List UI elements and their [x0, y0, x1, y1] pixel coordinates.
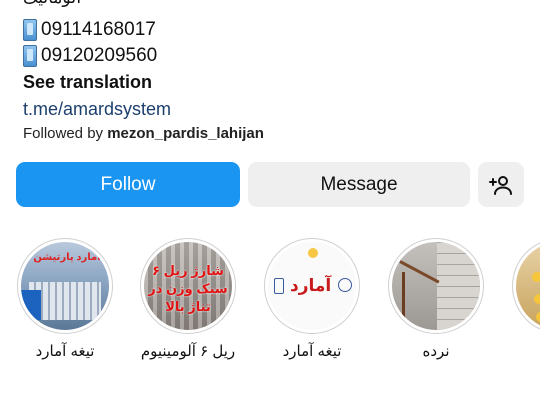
bio-phone-number: 09120209560	[41, 45, 158, 66]
bio-line-cut: آلومانیک	[23, 0, 163, 8]
highlight-ring: آمارد پارتیشن	[17, 238, 113, 334]
suggested-users-button[interactable]	[478, 162, 524, 207]
story-highlights: آمارد پارتیشن تیغه آمارد شارژ ریل ۶ سبک …	[0, 238, 540, 368]
see-translation-link[interactable]: See translation	[23, 72, 152, 93]
highlight-item[interactable]: شارژ ریل ۶ سبک وزن در تناژ بالا ریل ۶ آل…	[140, 238, 240, 360]
highlight-cover-image	[516, 242, 540, 330]
follow-button[interactable]: Follow	[16, 162, 240, 207]
bio-phone-line: 09120209560	[23, 45, 157, 67]
bio-phone-line: 09114168017	[23, 19, 156, 41]
highlight-image-text: آمارد پارتیشن	[33, 252, 101, 263]
highlight-item[interactable]: نرده	[388, 238, 488, 360]
followed-by-prefix: Followed by	[23, 125, 108, 142]
highlight-cover-image: شارژ ریل ۶ سبک وزن در تناژ بالا	[144, 242, 232, 330]
mobile-phone-icon	[23, 45, 37, 67]
add-user-icon	[489, 175, 512, 195]
highlight-label: نرده	[422, 343, 450, 360]
highlight-item[interactable]: آمارد پارتیشن تیغه آمارد	[17, 238, 117, 360]
highlight-cover-image: آمارد پارتیشن	[21, 242, 109, 330]
bio-phone-number: 09114168017	[41, 19, 156, 40]
highlight-cover-image	[392, 242, 480, 330]
highlight-image-text: شارژ ریل ۶ سبک وزن در تناژ بالا	[148, 263, 228, 314]
bio-website-link[interactable]: t.me/amardsystem	[23, 99, 171, 120]
followed-by-username[interactable]: mezon_pardis_lahijan	[107, 125, 264, 142]
highlight-ring	[388, 238, 484, 334]
mobile-phone-icon	[23, 19, 37, 41]
highlight-item[interactable]	[512, 238, 540, 334]
highlight-image-text: آمارد	[290, 276, 332, 295]
highlight-label: تیغه آمارد	[282, 343, 342, 360]
highlight-cover-image: آمارد	[268, 242, 356, 330]
message-button[interactable]: Message	[248, 162, 470, 207]
highlight-label: ریل ۶ آلومینیوم	[140, 343, 236, 360]
highlight-item[interactable]: آمارد تیغه آمارد	[264, 238, 364, 360]
highlight-ring: شارژ ریل ۶ سبک وزن در تناژ بالا	[140, 238, 236, 334]
followed-by-text[interactable]: Followed by mezon_pardis_lahijan	[23, 125, 264, 142]
highlight-label: تیغه آمارد	[35, 343, 95, 360]
highlight-ring	[512, 238, 540, 334]
highlight-ring: آمارد	[264, 238, 360, 334]
